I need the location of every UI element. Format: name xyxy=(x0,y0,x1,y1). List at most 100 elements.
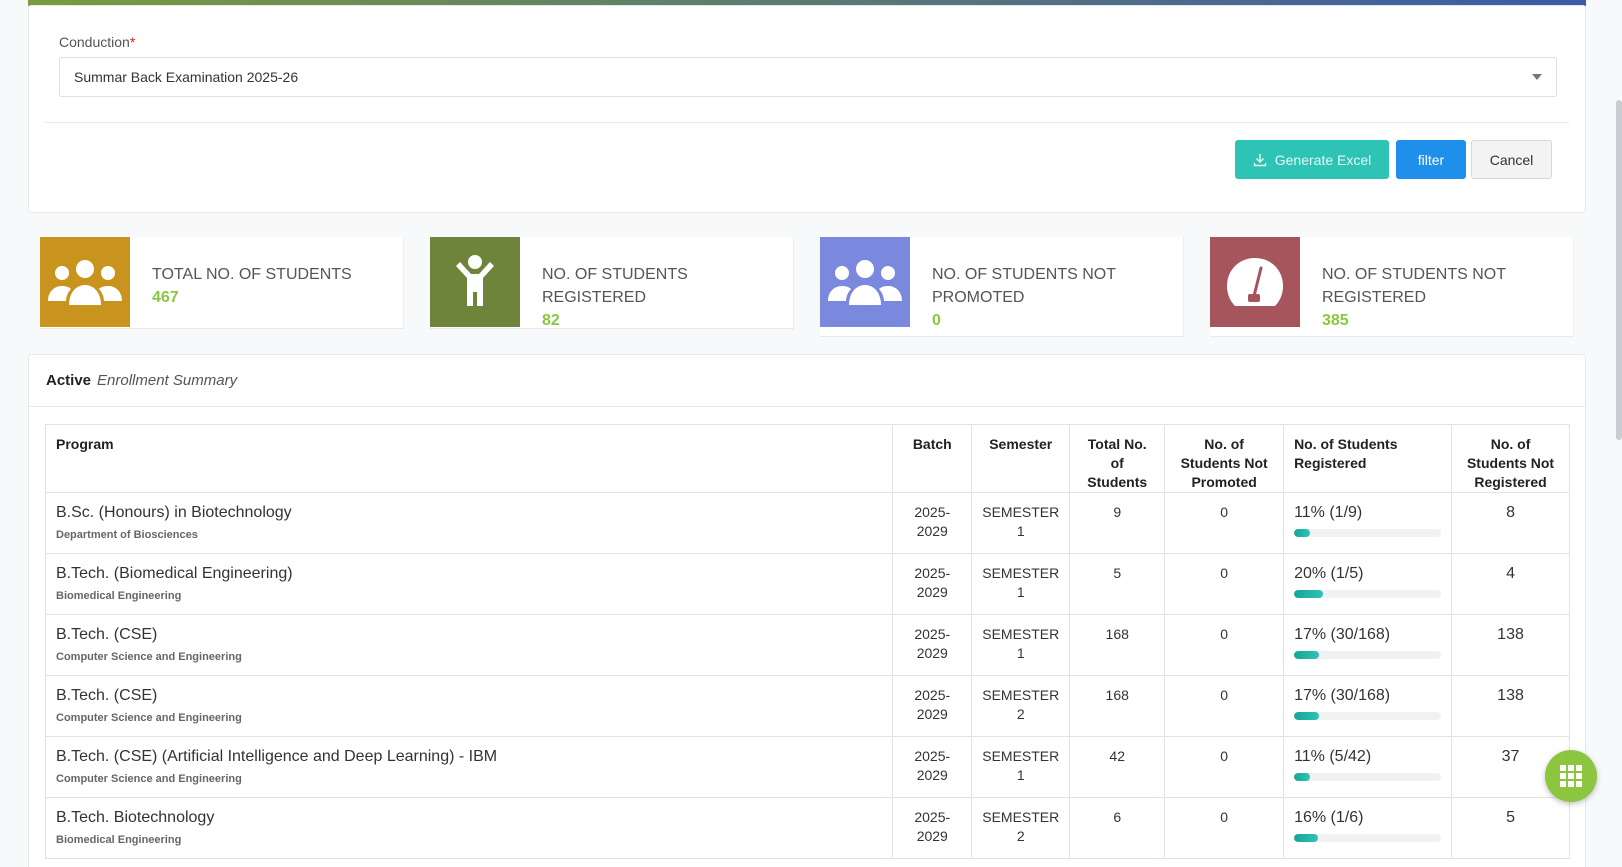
cell-program: B.Tech. (CSE) (Artificial Intelligence a… xyxy=(44,736,894,798)
table-header-row: Program Batch Semester Total No. of Stud… xyxy=(44,424,1570,493)
program-name: B.Tech. (CSE) xyxy=(56,626,158,643)
grid-menu-icon xyxy=(1560,765,1582,787)
cell-registered: 16% (1/6) xyxy=(1283,797,1453,859)
program-department: Computer Science and Engineering xyxy=(56,712,242,724)
program-name: B.Sc. (Honours) in Biotechnology xyxy=(56,504,292,521)
cell-semester: SEMESTER 2 xyxy=(971,675,1071,737)
col-registered[interactable]: No. of Students Registered xyxy=(1283,424,1453,493)
download-icon xyxy=(1253,153,1266,166)
stat-tile xyxy=(430,237,520,327)
stat-tile xyxy=(820,237,910,327)
registered-text: 11% (5/42) xyxy=(1294,748,1372,765)
cell-total: 6 xyxy=(1069,797,1166,859)
stat-value: 385 xyxy=(1322,312,1349,329)
registered-text: 20% (1/5) xyxy=(1294,565,1364,582)
registered-progress-bar xyxy=(1294,834,1442,842)
cell-batch: 2025-2029 xyxy=(892,736,973,798)
cell-total: 5 xyxy=(1069,553,1166,615)
col-total[interactable]: Total No. of Students xyxy=(1069,424,1166,493)
enrollment-summary-card: Active Enrollment Summary Program Batch … xyxy=(28,354,1586,867)
stat-tile xyxy=(1210,237,1300,327)
cancel-button[interactable]: Cancel xyxy=(1471,140,1552,179)
progress-fill xyxy=(1294,773,1311,781)
cell-batch: 2025-2029 xyxy=(892,553,973,615)
conduction-select[interactable]: Summar Back Examination 2025-26 xyxy=(59,57,1557,97)
table-row: B.Tech. Biotechnology Biomedical Enginee… xyxy=(44,797,1570,859)
cell-total: 42 xyxy=(1069,736,1166,798)
cell-total: 168 xyxy=(1069,614,1166,676)
col-not-registered[interactable]: No. of Students Not Registered xyxy=(1451,424,1570,493)
cell-registered: 11% (5/42) xyxy=(1283,736,1453,798)
cell-registered: 20% (1/5) xyxy=(1283,553,1453,615)
cell-semester: SEMESTER 1 xyxy=(971,492,1071,554)
progress-fill xyxy=(1294,651,1320,659)
cell-semester: SEMESTER 1 xyxy=(971,736,1071,798)
cell-semester: SEMESTER 1 xyxy=(971,553,1071,615)
table-row: B.Tech. (CSE) Computer Science and Engin… xyxy=(44,675,1570,737)
registered-text: 16% (1/6) xyxy=(1294,809,1364,826)
stat-label: NO. OF STUDENTS NOT PROMOTED xyxy=(932,266,1116,306)
program-department: Computer Science and Engineering xyxy=(56,651,242,663)
generate-excel-button[interactable]: Generate Excel xyxy=(1235,140,1389,179)
registered-progress-bar xyxy=(1294,651,1442,659)
col-program[interactable]: Program xyxy=(44,424,894,493)
divider xyxy=(45,122,1569,123)
filter-button[interactable]: filter xyxy=(1396,140,1466,179)
cell-registered: 17% (30/168) xyxy=(1283,614,1453,676)
stat-card-not-registered: NO. OF STUDENTS NOT REGISTERED 385 xyxy=(1210,237,1574,337)
conduction-label: Conduction* xyxy=(59,34,136,50)
col-batch[interactable]: Batch xyxy=(892,424,973,493)
registered-text: 11% (1/9) xyxy=(1294,504,1363,521)
cell-semester: SEMESTER 2 xyxy=(971,797,1071,859)
cell-program: B.Sc. (Honours) in Biotechnology Departm… xyxy=(44,492,894,554)
cell-not-promoted: 0 xyxy=(1164,492,1285,554)
program-name: B.Tech. (Biomedical Engineering) xyxy=(56,565,293,582)
cell-total: 168 xyxy=(1069,675,1166,737)
cell-batch: 2025-2029 xyxy=(892,614,973,676)
program-department: Computer Science and Engineering xyxy=(56,773,242,785)
program-department: Biomedical Engineering xyxy=(56,834,182,846)
cell-not-registered: 138 xyxy=(1451,675,1570,737)
summary-title: Active Enrollment Summary xyxy=(29,355,1585,407)
chevron-down-icon xyxy=(1532,74,1542,80)
grid-menu-button[interactable] xyxy=(1545,750,1597,802)
filter-panel: Conduction* Summar Back Examination 2025… xyxy=(28,5,1586,213)
cell-not-registered: 8 xyxy=(1451,492,1570,554)
table-row: B.Tech. (CSE) (Artificial Intelligence a… xyxy=(44,736,1570,798)
stat-tile xyxy=(40,237,130,327)
progress-fill xyxy=(1294,712,1320,720)
table-row: B.Tech. (CSE) Computer Science and Engin… xyxy=(44,614,1570,676)
stat-label: NO. OF STUDENTS NOT REGISTERED xyxy=(1322,266,1506,306)
registered-text: 17% (30/168) xyxy=(1294,626,1391,643)
stat-value: 82 xyxy=(542,312,560,329)
stat-card-registered: NO. OF STUDENTS REGISTERED 82 xyxy=(430,237,794,329)
program-department: Biomedical Engineering xyxy=(56,590,182,602)
stat-label: TOTAL NO. OF STUDENTS xyxy=(152,266,352,283)
cell-batch: 2025-2029 xyxy=(892,492,973,554)
stat-value: 467 xyxy=(152,289,179,306)
progress-fill xyxy=(1294,834,1318,842)
table-row: B.Sc. (Honours) in Biotechnology Departm… xyxy=(44,492,1570,554)
cell-not-promoted: 0 xyxy=(1164,797,1285,859)
stat-card-total-students: TOTAL NO. OF STUDENTS 467 xyxy=(40,237,404,329)
progress-fill xyxy=(1294,590,1324,598)
program-department: Department of Biosciences xyxy=(56,529,198,541)
scrollbar[interactable] xyxy=(1616,100,1622,440)
cell-registered: 11% (1/9) xyxy=(1283,492,1453,554)
program-name: B.Tech. Biotechnology xyxy=(56,809,215,826)
cell-program: B.Tech. (CSE) Computer Science and Engin… xyxy=(44,675,894,737)
cell-registered: 17% (30/168) xyxy=(1283,675,1453,737)
enrollment-table: Program Batch Semester Total No. of Stud… xyxy=(44,424,1570,859)
stat-label: NO. OF STUDENTS REGISTERED xyxy=(542,266,688,306)
users-group-icon xyxy=(828,260,902,305)
cell-semester: SEMESTER 1 xyxy=(971,614,1071,676)
col-not-promoted[interactable]: No. of Students Not Promoted xyxy=(1164,424,1285,493)
registered-text: 17% (30/168) xyxy=(1294,687,1391,704)
cell-not-registered: 4 xyxy=(1451,553,1570,615)
stat-value: 0 xyxy=(932,312,941,329)
cell-not-promoted: 0 xyxy=(1164,553,1285,615)
conduction-selected-value: Summar Back Examination 2025-26 xyxy=(74,69,299,85)
registered-progress-bar xyxy=(1294,712,1442,720)
cell-not-promoted: 0 xyxy=(1164,675,1285,737)
col-semester[interactable]: Semester xyxy=(971,424,1071,493)
